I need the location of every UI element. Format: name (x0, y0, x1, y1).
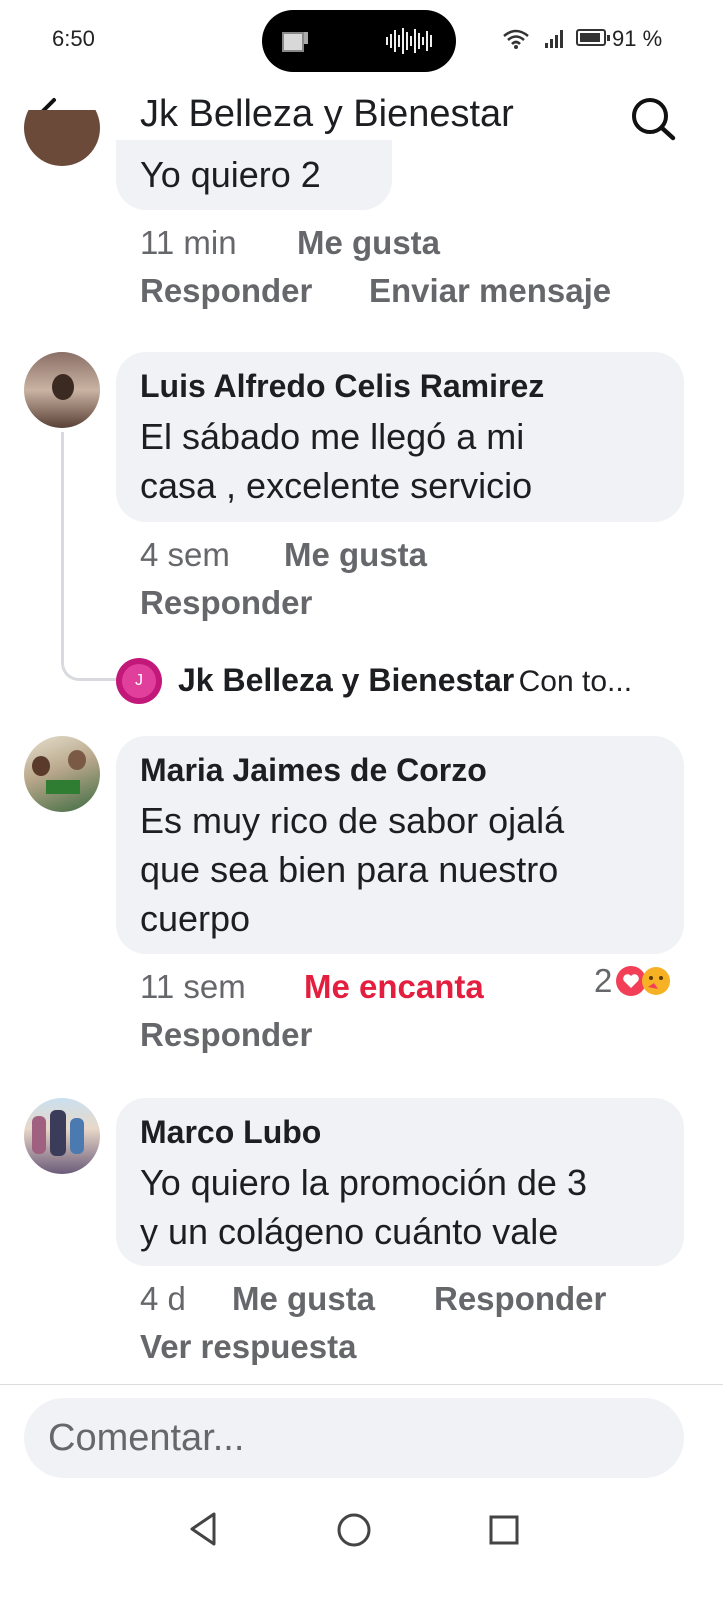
comment-author[interactable]: Luis Alfredo Celis Ramirez (140, 368, 544, 405)
avatar[interactable] (24, 1098, 100, 1174)
reply-button[interactable]: Responder (434, 1280, 606, 1318)
signal-icon (545, 28, 567, 48)
comment-text-line: El sábado me llegó a mi (140, 416, 525, 457)
reply-snippet: Con to... (518, 665, 633, 698)
page-avatar[interactable]: J (116, 658, 162, 704)
care-reaction-icon (642, 967, 671, 995)
nav-home-icon[interactable] (336, 1512, 372, 1548)
comment-text-line: Yo quiero la promoción de 3 (140, 1162, 587, 1203)
reply-author: Jk Belleza y Bienestar (178, 662, 515, 698)
divider (0, 1384, 723, 1385)
battery-icon (576, 29, 610, 46)
page-logo-icon: J (122, 664, 156, 698)
comment-input-placeholder: Comentar... (48, 1417, 245, 1459)
comment-author[interactable]: Maria Jaimes de Corzo (140, 752, 487, 789)
reply-button[interactable]: Responder (140, 272, 312, 310)
reply-button[interactable]: Responder (140, 1016, 312, 1054)
love-reaction-button[interactable]: Me encanta (304, 968, 484, 1006)
battery-level (580, 33, 601, 42)
wifi-icon (503, 29, 529, 49)
avatar[interactable] (24, 352, 100, 428)
search-icon[interactable] (628, 95, 678, 141)
comment-text-line: Es muy rico de sabor ojalá (140, 800, 565, 841)
nav-back-icon[interactable] (186, 1510, 220, 1548)
comment-time: 11 sem (140, 968, 246, 1005)
reply-button[interactable]: Responder (140, 584, 312, 622)
like-button[interactable]: Me gusta (232, 1280, 375, 1318)
comment-text-line: que sea bien para nuestro (140, 849, 559, 890)
comment-text-line: y un colágeno cuánto vale (140, 1211, 559, 1252)
gallery-icon-part (304, 32, 308, 44)
like-button[interactable]: Me gusta (297, 224, 440, 262)
comment-time: 11 min (140, 224, 237, 261)
battery-percent: 91 % (612, 26, 663, 51)
nav-recents-icon[interactable] (488, 1514, 520, 1546)
avatar[interactable] (24, 110, 100, 166)
comment-text: Yo quiero 2 (140, 154, 321, 195)
page-title: Jk Belleza y Bienestar (140, 93, 514, 135)
comment-text-line: casa , excelente servicio (140, 465, 533, 506)
reaction-count: 2 (594, 962, 613, 999)
comment-text-line: cuerpo (140, 898, 251, 939)
page-reply-preview[interactable]: Jk Belleza y Bienestar Con to... (178, 662, 688, 699)
comment-author[interactable]: Marco Lubo (140, 1114, 321, 1151)
dynamic-island (262, 10, 456, 72)
view-replies-button[interactable]: Ver respuesta (140, 1328, 356, 1366)
status-time: 6:50 (52, 26, 95, 51)
comment-time: 4 d (140, 1280, 186, 1317)
like-button[interactable]: Me gusta (284, 536, 427, 574)
reaction-summary[interactable]: 2 (594, 962, 672, 1000)
send-message-button[interactable]: Enviar mensaje (369, 272, 611, 310)
comment-time: 4 sem (140, 536, 230, 573)
thread-connector (61, 432, 118, 681)
gallery-icon (282, 32, 304, 52)
avatar[interactable] (24, 736, 100, 812)
audio-wave-icon (386, 26, 436, 56)
